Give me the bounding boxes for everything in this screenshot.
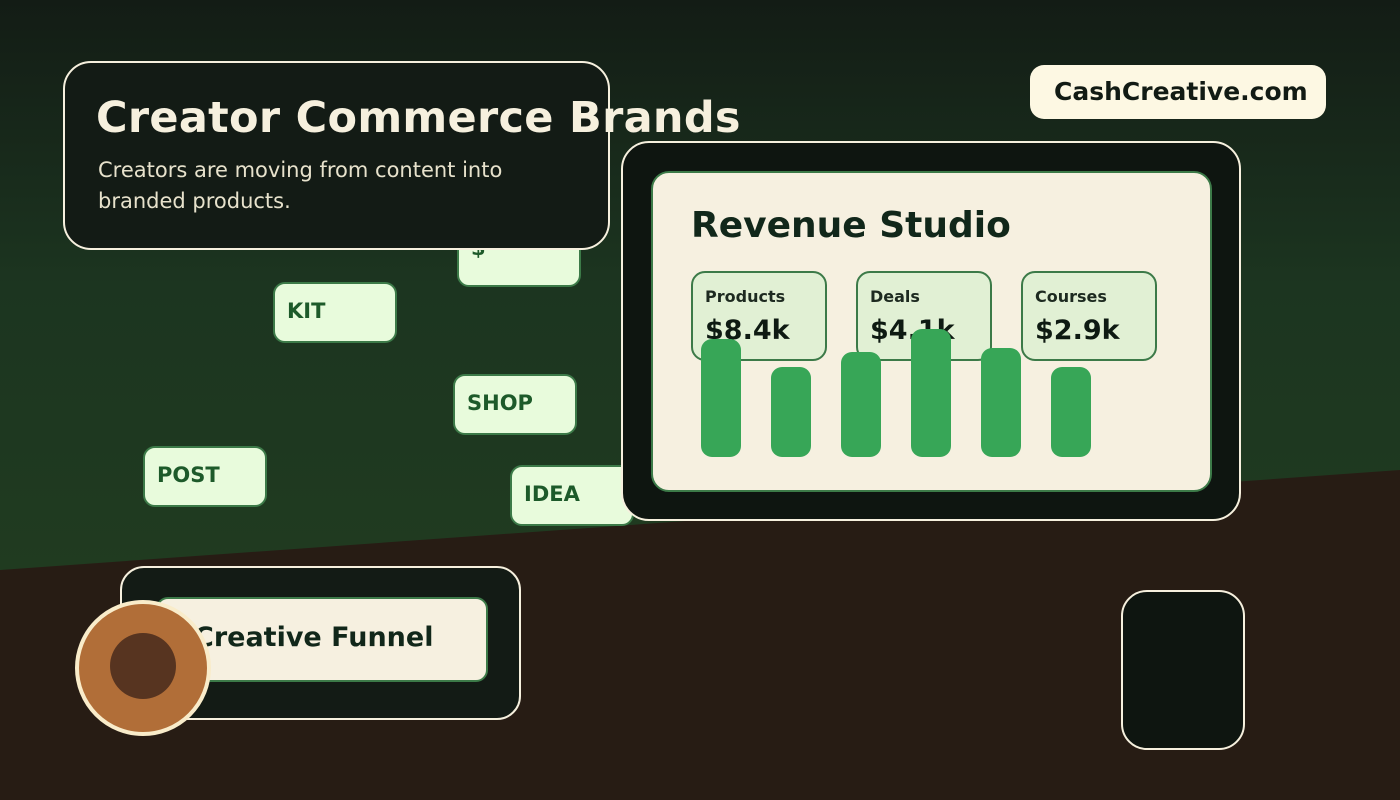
chip-post: POST [143,446,267,507]
coin-icon [75,600,211,736]
phone-device [1121,590,1245,750]
revenue-studio-title: Revenue Studio [691,205,1011,246]
revenue-screen: Revenue Studio Products $8.4k Deals $4.1… [651,171,1212,492]
chart-bar [771,367,811,457]
stat-label: Deals [870,287,920,306]
chart-bar [981,348,1021,457]
chip-kit: KIT [273,282,397,343]
coin-center [110,633,176,699]
chip-idea: IDEA [510,465,634,526]
stat-label: Products [705,287,786,306]
chart-bar [841,352,881,457]
headline-card: Creator Commerce Brands Creators are mov… [63,61,741,250]
chart-bar [1051,367,1091,457]
stat-value: $2.9k [1035,315,1120,346]
page-title: Creator Commerce Brands [96,93,741,143]
chart-bar [911,329,951,457]
page-subtitle: Creators are moving from content into br… [98,158,503,213]
stat-card-courses: Courses $2.9k [1021,271,1157,361]
revenue-tablet: Revenue Studio Products $8.4k Deals $4.1… [621,141,1241,521]
brand-link[interactable]: CashCreative.com [1030,65,1326,119]
stat-label: Courses [1035,287,1107,306]
chart-bar [701,339,741,457]
chip-shop: SHOP [453,374,577,435]
